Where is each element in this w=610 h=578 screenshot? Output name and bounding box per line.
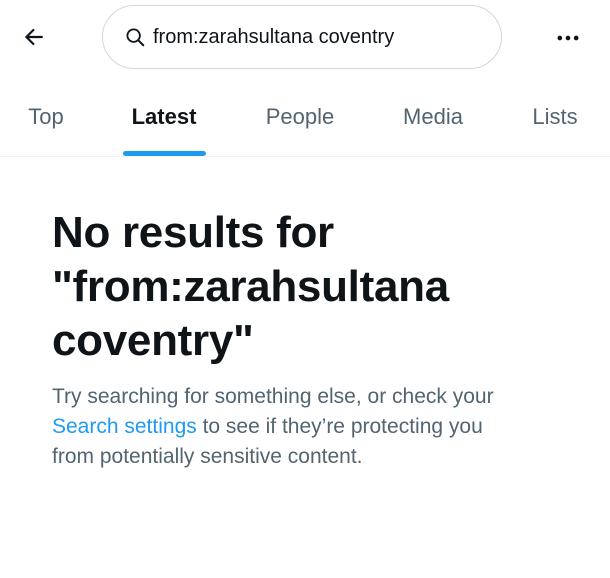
tab-label: Top (28, 104, 64, 129)
empty-state-title: No results for "from:zarahsultana covent… (52, 206, 572, 368)
search-results-page: Top Latest People Media Lists No results… (0, 0, 610, 578)
message-text: from potentially sensitive content. (52, 445, 363, 468)
title-line: coventry" (52, 316, 254, 365)
message-text: Try searching for something else, or che… (52, 385, 494, 408)
search-box[interactable] (102, 5, 502, 69)
search-input[interactable] (153, 25, 473, 49)
search-icon (123, 25, 147, 49)
tab-latest[interactable]: Latest (118, 88, 210, 156)
tab-top[interactable]: Top (12, 88, 80, 156)
tab-label: Media (403, 104, 463, 129)
search-tabs: Top Latest People Media Lists (0, 88, 610, 157)
empty-state-message: Try searching for something else, or che… (52, 382, 552, 472)
search-settings-link[interactable]: Search settings (52, 415, 197, 438)
tab-label: Lists (532, 104, 578, 129)
arrow-left-icon (24, 28, 43, 46)
empty-state: No results for "from:zarahsultana covent… (52, 206, 572, 472)
title-line: No results for (52, 208, 334, 257)
message-text: to see if they’re protecting you (196, 415, 483, 438)
title-line: "from:zarahsultana (52, 262, 449, 311)
tab-people[interactable]: People (252, 88, 348, 156)
tab-label: Latest (131, 104, 197, 129)
more-button[interactable] (548, 18, 588, 58)
tab-label: People (265, 104, 335, 129)
back-button[interactable] (14, 17, 54, 57)
tab-lists[interactable]: Lists (520, 88, 590, 156)
tab-media[interactable]: Media (390, 88, 476, 156)
top-bar (0, 0, 610, 76)
more-horizontal-icon (557, 35, 579, 41)
active-tab-indicator (123, 151, 206, 156)
